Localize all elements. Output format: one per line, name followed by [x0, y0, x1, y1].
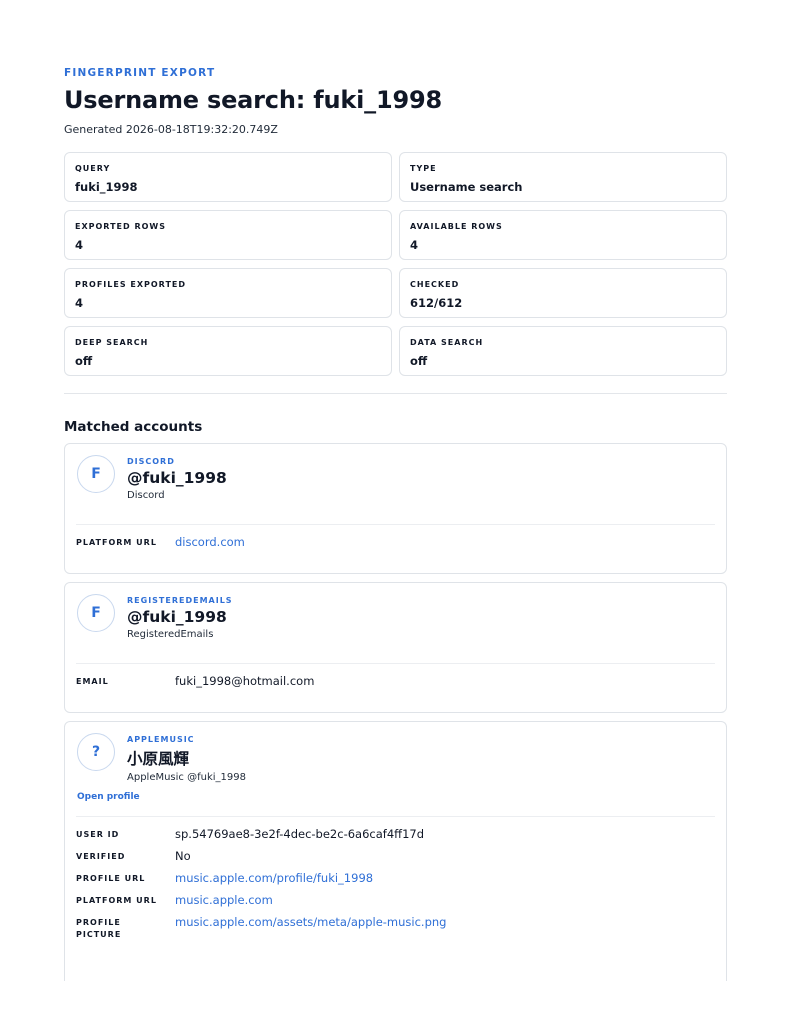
stat-label: EXPORTED ROWS — [75, 222, 166, 231]
field-row: PLATFORM URL music.apple.com — [76, 892, 715, 914]
stat-data-search: DATA SEARCH off — [399, 326, 727, 376]
section-divider — [64, 393, 727, 394]
field-row: VERIFIED No — [76, 848, 715, 870]
stat-checked: CHECKED 612/612 — [399, 268, 727, 318]
open-profile-link[interactable]: Open profile — [77, 792, 140, 802]
field-label: USER ID — [76, 830, 120, 839]
generated-timestamp: Generated 2026-08-18T19:32:20.749Z — [64, 123, 278, 136]
stat-value: off — [410, 354, 428, 368]
account-subtitle: RegisteredEmails — [127, 629, 214, 640]
avatar: F — [77, 455, 115, 493]
account-card-applemusic: ? APPLEMUSIC 小原風輝 AppleMusic @fuki_1998 … — [64, 721, 727, 981]
page-title: Username search: fuki_1998 — [64, 86, 442, 114]
stat-type: TYPE Username search — [399, 152, 727, 202]
field-row: EMAIL fuki_1998@hotmail.com — [76, 673, 715, 695]
summary-grid: QUERY fuki_1998 TYPE Username search EXP… — [64, 152, 727, 376]
report-eyebrow: FINGERPRINT EXPORT — [64, 67, 216, 79]
export-page: FINGERPRINT EXPORT Username search: fuki… — [64, 0, 727, 981]
platform-tag: DISCORD — [127, 457, 175, 466]
stat-available-rows: AVAILABLE ROWS 4 — [399, 210, 727, 260]
field-row: PROFILE PICTURE music.apple.com/assets/m… — [76, 914, 715, 941]
email-value: fuki_1998@hotmail.com — [175, 674, 315, 688]
stat-label: DEEP SEARCH — [75, 338, 149, 347]
profile-url-link[interactable]: music.apple.com/profile/fuki_1998 — [175, 870, 373, 886]
field-label: VERIFIED — [76, 852, 126, 861]
stat-value: off — [75, 354, 93, 368]
card-separator — [76, 663, 715, 664]
account-header: ? APPLEMUSIC 小原風輝 AppleMusic @fuki_1998 … — [76, 722, 715, 816]
stat-label: DATA SEARCH — [410, 338, 484, 347]
stat-label: QUERY — [75, 164, 111, 173]
stat-value: Username search — [410, 180, 523, 194]
avatar: ? — [77, 733, 115, 771]
platform-tag: APPLEMUSIC — [127, 735, 195, 744]
avatar: F — [77, 594, 115, 632]
account-subtitle: Discord — [127, 490, 165, 501]
stat-value: 4 — [410, 238, 419, 252]
verified-value: No — [175, 849, 191, 863]
field-row: USER ID sp.54769ae8-3e2f-4dec-be2c-6a6ca… — [76, 826, 715, 848]
stat-profiles-exported: PROFILES EXPORTED 4 — [64, 268, 392, 318]
account-handle: 小原風輝 — [127, 750, 190, 768]
platform-tag: REGISTEREDEMAILS — [127, 596, 233, 605]
stat-label: AVAILABLE ROWS — [410, 222, 503, 231]
account-header: F REGISTEREDEMAILS @fuki_1998 Registered… — [76, 583, 715, 663]
stat-label: CHECKED — [410, 280, 460, 289]
field-row: PROFILE URL music.apple.com/profile/fuki… — [76, 870, 715, 892]
stat-value: 612/612 — [410, 296, 463, 310]
stat-label: PROFILES EXPORTED — [75, 280, 187, 289]
account-card-discord: F DISCORD @fuki_1998 Discord PLATFORM UR… — [64, 443, 727, 574]
platform-url-link[interactable]: discord.com — [175, 534, 245, 550]
field-label: PROFILE PICTURE — [76, 918, 122, 939]
stat-value: fuki_1998 — [75, 180, 138, 194]
account-card-registeredemails: F REGISTEREDEMAILS @fuki_1998 Registered… — [64, 582, 727, 713]
user-id-value: sp.54769ae8-3e2f-4dec-be2c-6a6caf4ff17d — [175, 827, 424, 841]
accounts-list: F DISCORD @fuki_1998 Discord PLATFORM UR… — [64, 443, 727, 981]
account-handle: @fuki_1998 — [127, 469, 227, 487]
field-label: PLATFORM URL — [76, 896, 157, 905]
account-subtitle: AppleMusic @fuki_1998 — [127, 772, 246, 783]
platform-url-link[interactable]: music.apple.com — [175, 892, 273, 908]
stat-exported-rows: EXPORTED ROWS 4 — [64, 210, 392, 260]
stat-value: 4 — [75, 238, 84, 252]
field-label: EMAIL — [76, 677, 109, 686]
card-separator — [76, 524, 715, 525]
field-label: PROFILE URL — [76, 874, 146, 883]
stat-query: QUERY fuki_1998 — [64, 152, 392, 202]
account-handle: @fuki_1998 — [127, 608, 227, 626]
profile-picture-link[interactable]: music.apple.com/assets/meta/apple-music.… — [175, 914, 446, 930]
field-row: PLATFORM URL discord.com — [76, 534, 715, 556]
field-label: PLATFORM URL — [76, 538, 157, 547]
stat-deep-search: DEEP SEARCH off — [64, 326, 392, 376]
account-header: F DISCORD @fuki_1998 Discord — [76, 444, 715, 524]
stat-label: TYPE — [410, 164, 437, 173]
stat-value: 4 — [75, 296, 84, 310]
section-title: Matched accounts — [64, 419, 203, 435]
card-separator — [76, 816, 715, 817]
